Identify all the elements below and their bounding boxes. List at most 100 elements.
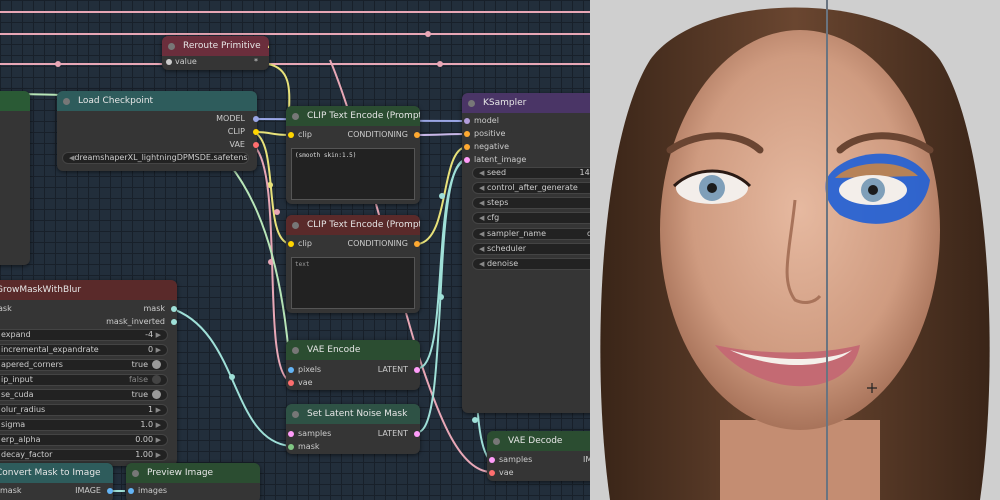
output-latent-slot[interactable]: [414, 367, 420, 373]
node-header: GrowMaskWithBlur: [0, 280, 177, 300]
portrait-image: [590, 0, 1000, 500]
blur-radius-widget[interactable]: olur_radius 1 ▶: [0, 404, 168, 416]
output-mask-slot[interactable]: [171, 306, 177, 312]
input-vae-label: vae: [499, 468, 514, 477]
prompt-textarea[interactable]: (smooth skin:1.5): [291, 148, 415, 200]
sigma-widget[interactable]: sigma 1.0 ▶: [0, 419, 168, 431]
output-image-slot[interactable]: [107, 488, 113, 494]
tapered-corners-toggle[interactable]: apered_corners true: [0, 359, 168, 371]
input-vae-slot[interactable]: [288, 380, 294, 386]
link-conditioning: [417, 133, 467, 136]
input-model-slot[interactable]: [464, 118, 470, 124]
partial-node[interactable]: [0, 91, 30, 265]
node-title: Preview Image: [147, 468, 214, 478]
collapse-dot-icon[interactable]: [292, 346, 299, 354]
collapse-dot-icon[interactable]: [168, 42, 175, 50]
input-clip-slot[interactable]: [288, 241, 294, 247]
seed-widget[interactable]: ◀ seed14438: [472, 167, 590, 179]
output-latent-slot[interactable]: [414, 431, 420, 437]
badge-icon: ♟: [267, 41, 269, 51]
ckpt-name-combo[interactable]: ◀ dreamshaperXL_lightningDPMSDE.safetens…: [62, 152, 249, 164]
input-mask-slot[interactable]: [288, 444, 294, 450]
output-vae-label: VAE: [229, 140, 246, 149]
collapse-dot-icon[interactable]: [493, 437, 500, 445]
input-latent-slot[interactable]: [464, 157, 470, 163]
output-model-slot[interactable]: [253, 116, 259, 122]
node-title: CLIP Text Encode (Prompt): [307, 220, 420, 230]
output-conditioning-slot[interactable]: [414, 132, 420, 138]
ksampler-node[interactable]: KSampler model positive negative latent_…: [462, 93, 590, 413]
collapse-dot-icon[interactable]: [292, 112, 299, 120]
input-positive-slot[interactable]: [464, 131, 470, 137]
input-images-slot[interactable]: [128, 488, 134, 494]
output-model-label: MODEL: [216, 114, 245, 123]
node-header: Preview Image: [126, 463, 260, 483]
flip-input-toggle[interactable]: ip_input false: [0, 374, 168, 386]
clip-text-encode-negative-node[interactable]: CLIP Text Encode (Prompt) clip CONDITION…: [286, 215, 420, 313]
lerp-alpha-widget[interactable]: erp_alpha 0.00 ▶: [0, 434, 168, 446]
input-clip-label: clip: [298, 239, 312, 248]
node-header: VAE Decode: [487, 431, 590, 451]
output-mask-inverted-label: mask_inverted: [106, 317, 165, 326]
prompt-textarea[interactable]: text: [291, 257, 415, 309]
node-header: VAE Encode: [286, 340, 420, 360]
vae-encode-node[interactable]: VAE Encode pixels vae LATENT: [286, 340, 420, 390]
node-header: CLIP Text Encode (Prompt): [286, 215, 420, 235]
input-pixels-label: pixels: [298, 365, 322, 374]
input-negative-slot[interactable]: [464, 144, 470, 150]
steps-widget[interactable]: ◀ steps: [472, 197, 590, 209]
set-latent-noise-mask-node[interactable]: Set Latent Noise Mask samples mask LATEN…: [286, 404, 420, 454]
input-clip-label: clip: [298, 130, 312, 139]
output-conditioning-label: CONDITIONING: [347, 239, 408, 248]
scheduler-widget[interactable]: ◀ scheduler: [472, 243, 590, 255]
input-slot[interactable]: [166, 59, 172, 65]
node-title: CLIP Text Encode (Prompt): [307, 111, 420, 121]
node-header: Reroute Primitive ♟: [162, 36, 269, 56]
output-conditioning-slot[interactable]: [414, 241, 420, 247]
cfg-widget[interactable]: ◀ cfg: [472, 212, 590, 224]
reroute-primitive-node[interactable]: Reroute Primitive ♟ value *: [162, 36, 269, 70]
incremental-expandrate-widget[interactable]: incremental_expandrate 0 ▶: [0, 344, 168, 356]
input-negative-label: negative: [474, 142, 509, 151]
input-mask-label: mask: [0, 486, 22, 495]
output-label: value: [175, 57, 197, 66]
load-checkpoint-node[interactable]: Load Checkpoint MODEL CLIP VAE ◀ dreamsh…: [57, 91, 259, 171]
grow-mask-with-blur-node[interactable]: GrowMaskWithBlur ask mask mask_inverted …: [0, 280, 177, 466]
output-vae-slot[interactable]: [253, 142, 259, 148]
node-header: Set Latent Noise Mask: [286, 404, 420, 424]
collapse-dot-icon[interactable]: [132, 469, 139, 477]
convert-mask-to-image-node[interactable]: Convert Mask to Image mask IMAGE: [0, 463, 113, 500]
node-header: Convert Mask to Image: [0, 463, 113, 483]
image-compare-panel[interactable]: [590, 0, 1000, 500]
control-after-generate-widget[interactable]: ◀ control_after_generate: [472, 182, 590, 194]
input-vae-slot[interactable]: [489, 470, 495, 476]
node-title: Reroute Primitive: [183, 41, 261, 51]
output-image-label: IM: [583, 455, 590, 464]
expand-widget[interactable]: expand -4 ▶: [0, 329, 168, 341]
collapse-dot-icon[interactable]: [63, 97, 70, 105]
input-samples-slot[interactable]: [489, 457, 495, 463]
node-header: [0, 91, 30, 111]
decay-factor-widget[interactable]: decay_factor 1.00 ▶: [0, 449, 168, 461]
collapse-dot-icon[interactable]: [292, 221, 299, 229]
input-samples-slot[interactable]: [288, 431, 294, 437]
vae-decode-node[interactable]: VAE Decode samples vae IM: [487, 431, 590, 481]
output-clip-slot[interactable]: [253, 129, 259, 135]
input-clip-slot[interactable]: [288, 132, 294, 138]
node-canvas[interactable]: Reroute Primitive ♟ value * Load Checkpo…: [0, 0, 590, 500]
input-positive-label: positive: [474, 129, 506, 138]
input-samples-label: samples: [298, 429, 332, 438]
preview-image-node[interactable]: Preview Image images: [126, 463, 260, 500]
denoise-widget[interactable]: ◀ denoise: [472, 258, 590, 270]
compare-slider-line[interactable]: [826, 0, 828, 500]
collapse-dot-icon[interactable]: [292, 410, 299, 418]
use-cuda-toggle[interactable]: se_cuda true: [0, 389, 168, 401]
sampler-name-widget[interactable]: ◀ sampler_namedpm: [472, 228, 590, 240]
input-mask-label: mask: [298, 442, 320, 451]
output-mask-inverted-slot[interactable]: [171, 319, 177, 325]
clip-text-encode-positive-node[interactable]: CLIP Text Encode (Prompt) clip CONDITION…: [286, 106, 420, 204]
collapse-dot-icon[interactable]: [468, 99, 475, 107]
input-pixels-slot[interactable]: [288, 367, 294, 373]
input-model-label: model: [474, 116, 499, 125]
wildcard-label: *: [254, 57, 258, 66]
